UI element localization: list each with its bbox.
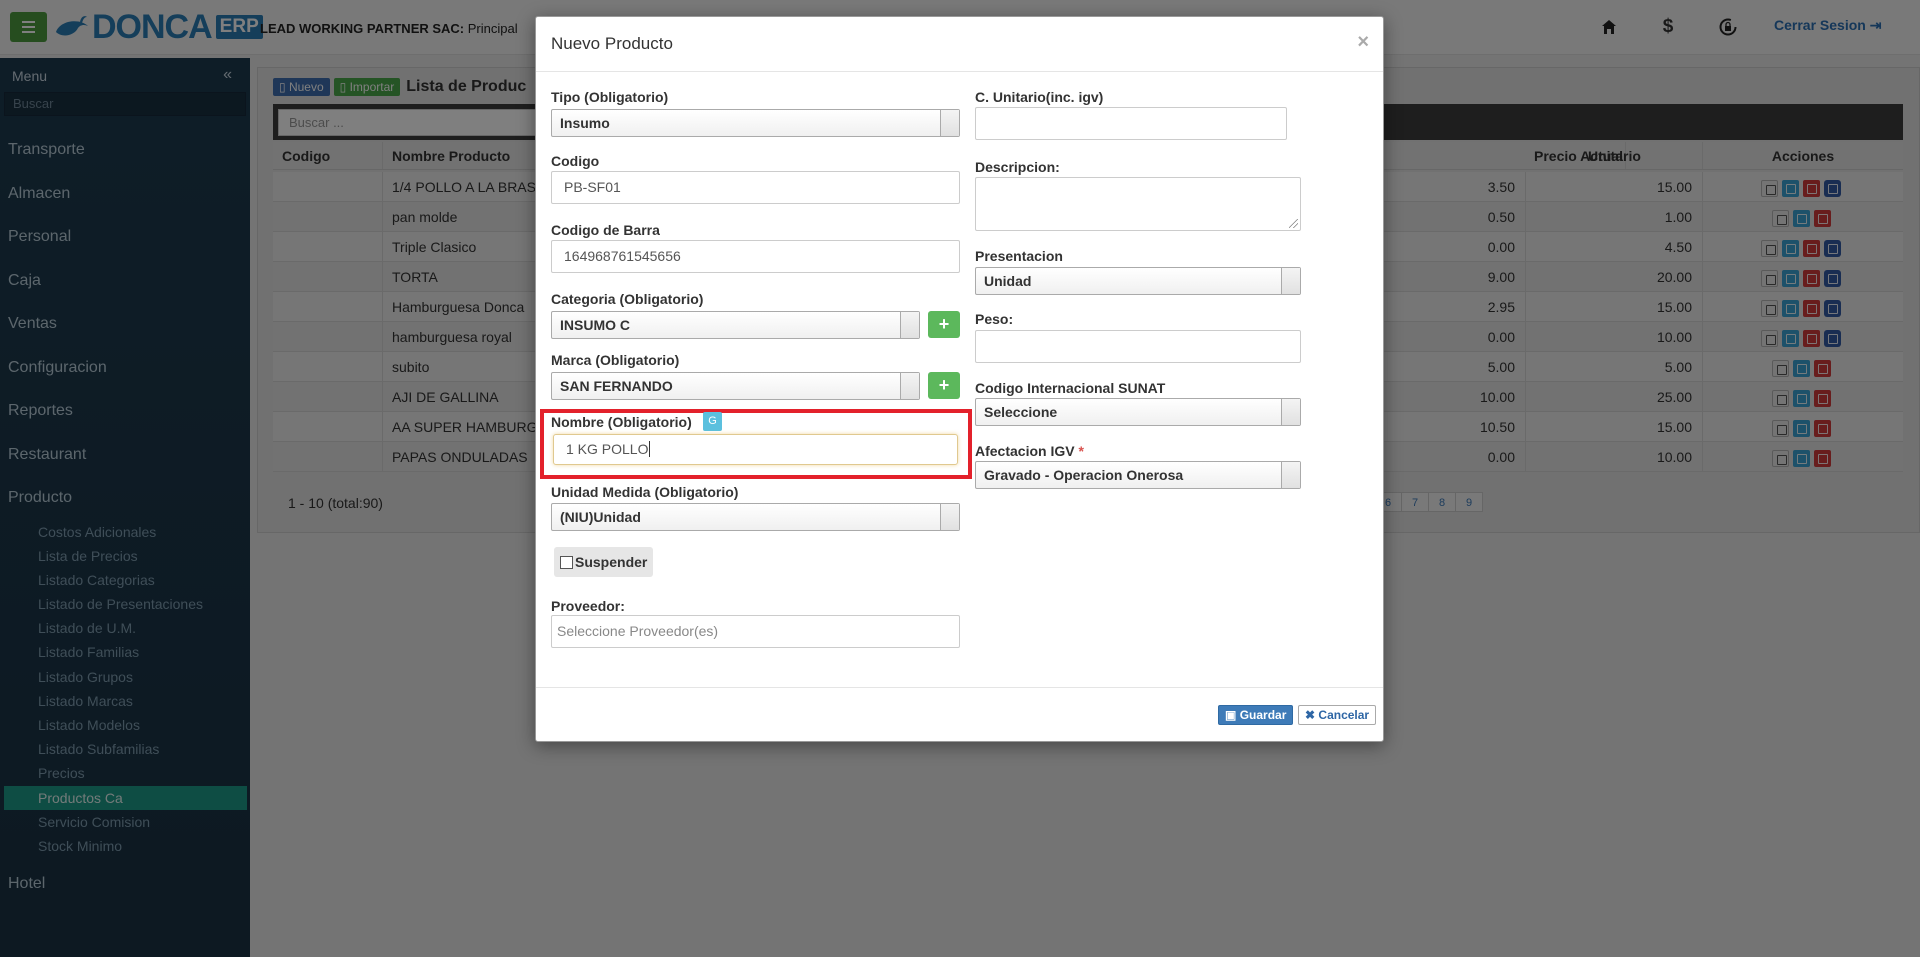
text-cursor — [649, 441, 651, 457]
presentacion-label: Presentacion — [975, 248, 1063, 264]
dropdown-arrow-icon — [940, 504, 959, 530]
peso-label: Peso: — [975, 311, 1014, 327]
close-x-icon: ✖ — [1305, 708, 1316, 722]
suspender-toggle[interactable]: Suspender — [554, 547, 654, 577]
tipo-label: Tipo (Obligatorio) — [551, 89, 669, 105]
dropdown-arrow-icon — [900, 373, 919, 399]
modal-title: Nuevo Producto — [551, 34, 673, 53]
modal-footer: ▣ Guardar ✖ Cancelar — [536, 687, 1383, 743]
codigo-input[interactable]: PB-SF01 — [551, 171, 960, 204]
sunat-select[interactable]: Seleccione — [975, 398, 1301, 426]
marca-select[interactable]: SAN FERNANDO — [551, 372, 920, 400]
add-marca-button[interactable]: + — [928, 372, 960, 399]
descripcion-label: Descripcion: — [975, 159, 1060, 175]
generate-name-button[interactable]: G — [703, 412, 722, 431]
proveedor-label: Proveedor: — [551, 598, 625, 614]
igv-select[interactable]: Gravado - Operacion Onerosa — [975, 461, 1301, 489]
cancel-button[interactable]: ✖ Cancelar — [1298, 705, 1377, 725]
dropdown-arrow-icon — [1281, 268, 1300, 294]
igv-label: Afectacion IGV * — [975, 443, 1084, 459]
c-unitario-input[interactable] — [975, 107, 1287, 140]
save-icon: ▣ — [1225, 708, 1237, 722]
c-unitario-label: C. Unitario(inc. igv) — [975, 89, 1104, 105]
modal-header: Nuevo Producto × — [536, 17, 1383, 72]
categoria-label: Categoria (Obligatorio) — [551, 291, 704, 307]
marca-label: Marca (Obligatorio) — [551, 352, 680, 368]
new-product-modal: Nuevo Producto × Tipo (Obligatorio) Insu… — [535, 16, 1384, 742]
tipo-select[interactable]: Insumo — [551, 109, 960, 137]
categoria-select[interactable]: INSUMO C — [551, 311, 920, 339]
proveedor-input[interactable]: Seleccione Proveedor(es) — [551, 615, 960, 648]
required-marker: * — [1078, 443, 1084, 459]
save-button[interactable]: ▣ Guardar — [1218, 705, 1294, 725]
dropdown-arrow-icon — [1281, 462, 1300, 488]
dropdown-arrow-icon — [940, 110, 959, 136]
codigo-label: Codigo — [551, 153, 600, 169]
suspender-checkbox[interactable] — [560, 555, 573, 569]
presentacion-select[interactable]: Unidad — [975, 267, 1301, 295]
sunat-label: Codigo Internacional SUNAT — [975, 380, 1166, 396]
peso-input[interactable] — [975, 330, 1301, 363]
codigo-barra-label: Codigo de Barra — [551, 222, 660, 238]
dropdown-arrow-icon — [1281, 399, 1300, 425]
nombre-input[interactable]: 1 KG POLLO — [553, 434, 958, 465]
unidad-medida-select[interactable]: (NIU)Unidad — [551, 503, 960, 531]
nombre-label: Nombre (Obligatorio) — [551, 414, 692, 430]
unidad-medida-label: Unidad Medida (Obligatorio) — [551, 484, 739, 500]
dropdown-arrow-icon — [900, 312, 919, 338]
codigo-barra-input[interactable]: 164968761545656 — [551, 240, 960, 273]
close-icon[interactable]: × — [1357, 31, 1369, 54]
resize-grip-icon[interactable] — [1289, 219, 1298, 228]
add-categoria-button[interactable]: + — [928, 311, 960, 338]
descripcion-textarea[interactable] — [975, 177, 1301, 231]
